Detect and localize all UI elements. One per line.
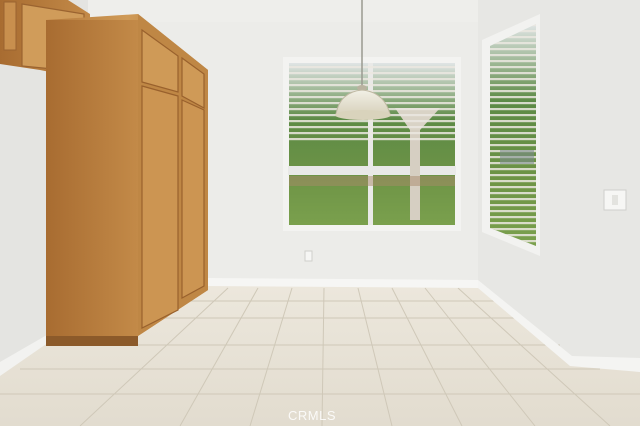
back-window [283, 57, 461, 231]
room-photo [0, 0, 640, 426]
photo-watermark: CRMLS [288, 408, 337, 423]
wall-outlet [304, 250, 313, 262]
cabinet-door-bottom-right [181, 99, 205, 300]
cabinet-door-bottom-left [141, 85, 179, 329]
ceiling [88, 0, 478, 22]
side-window [482, 14, 540, 256]
pantry-cabinet [46, 14, 208, 346]
switch-toggle [612, 195, 618, 205]
